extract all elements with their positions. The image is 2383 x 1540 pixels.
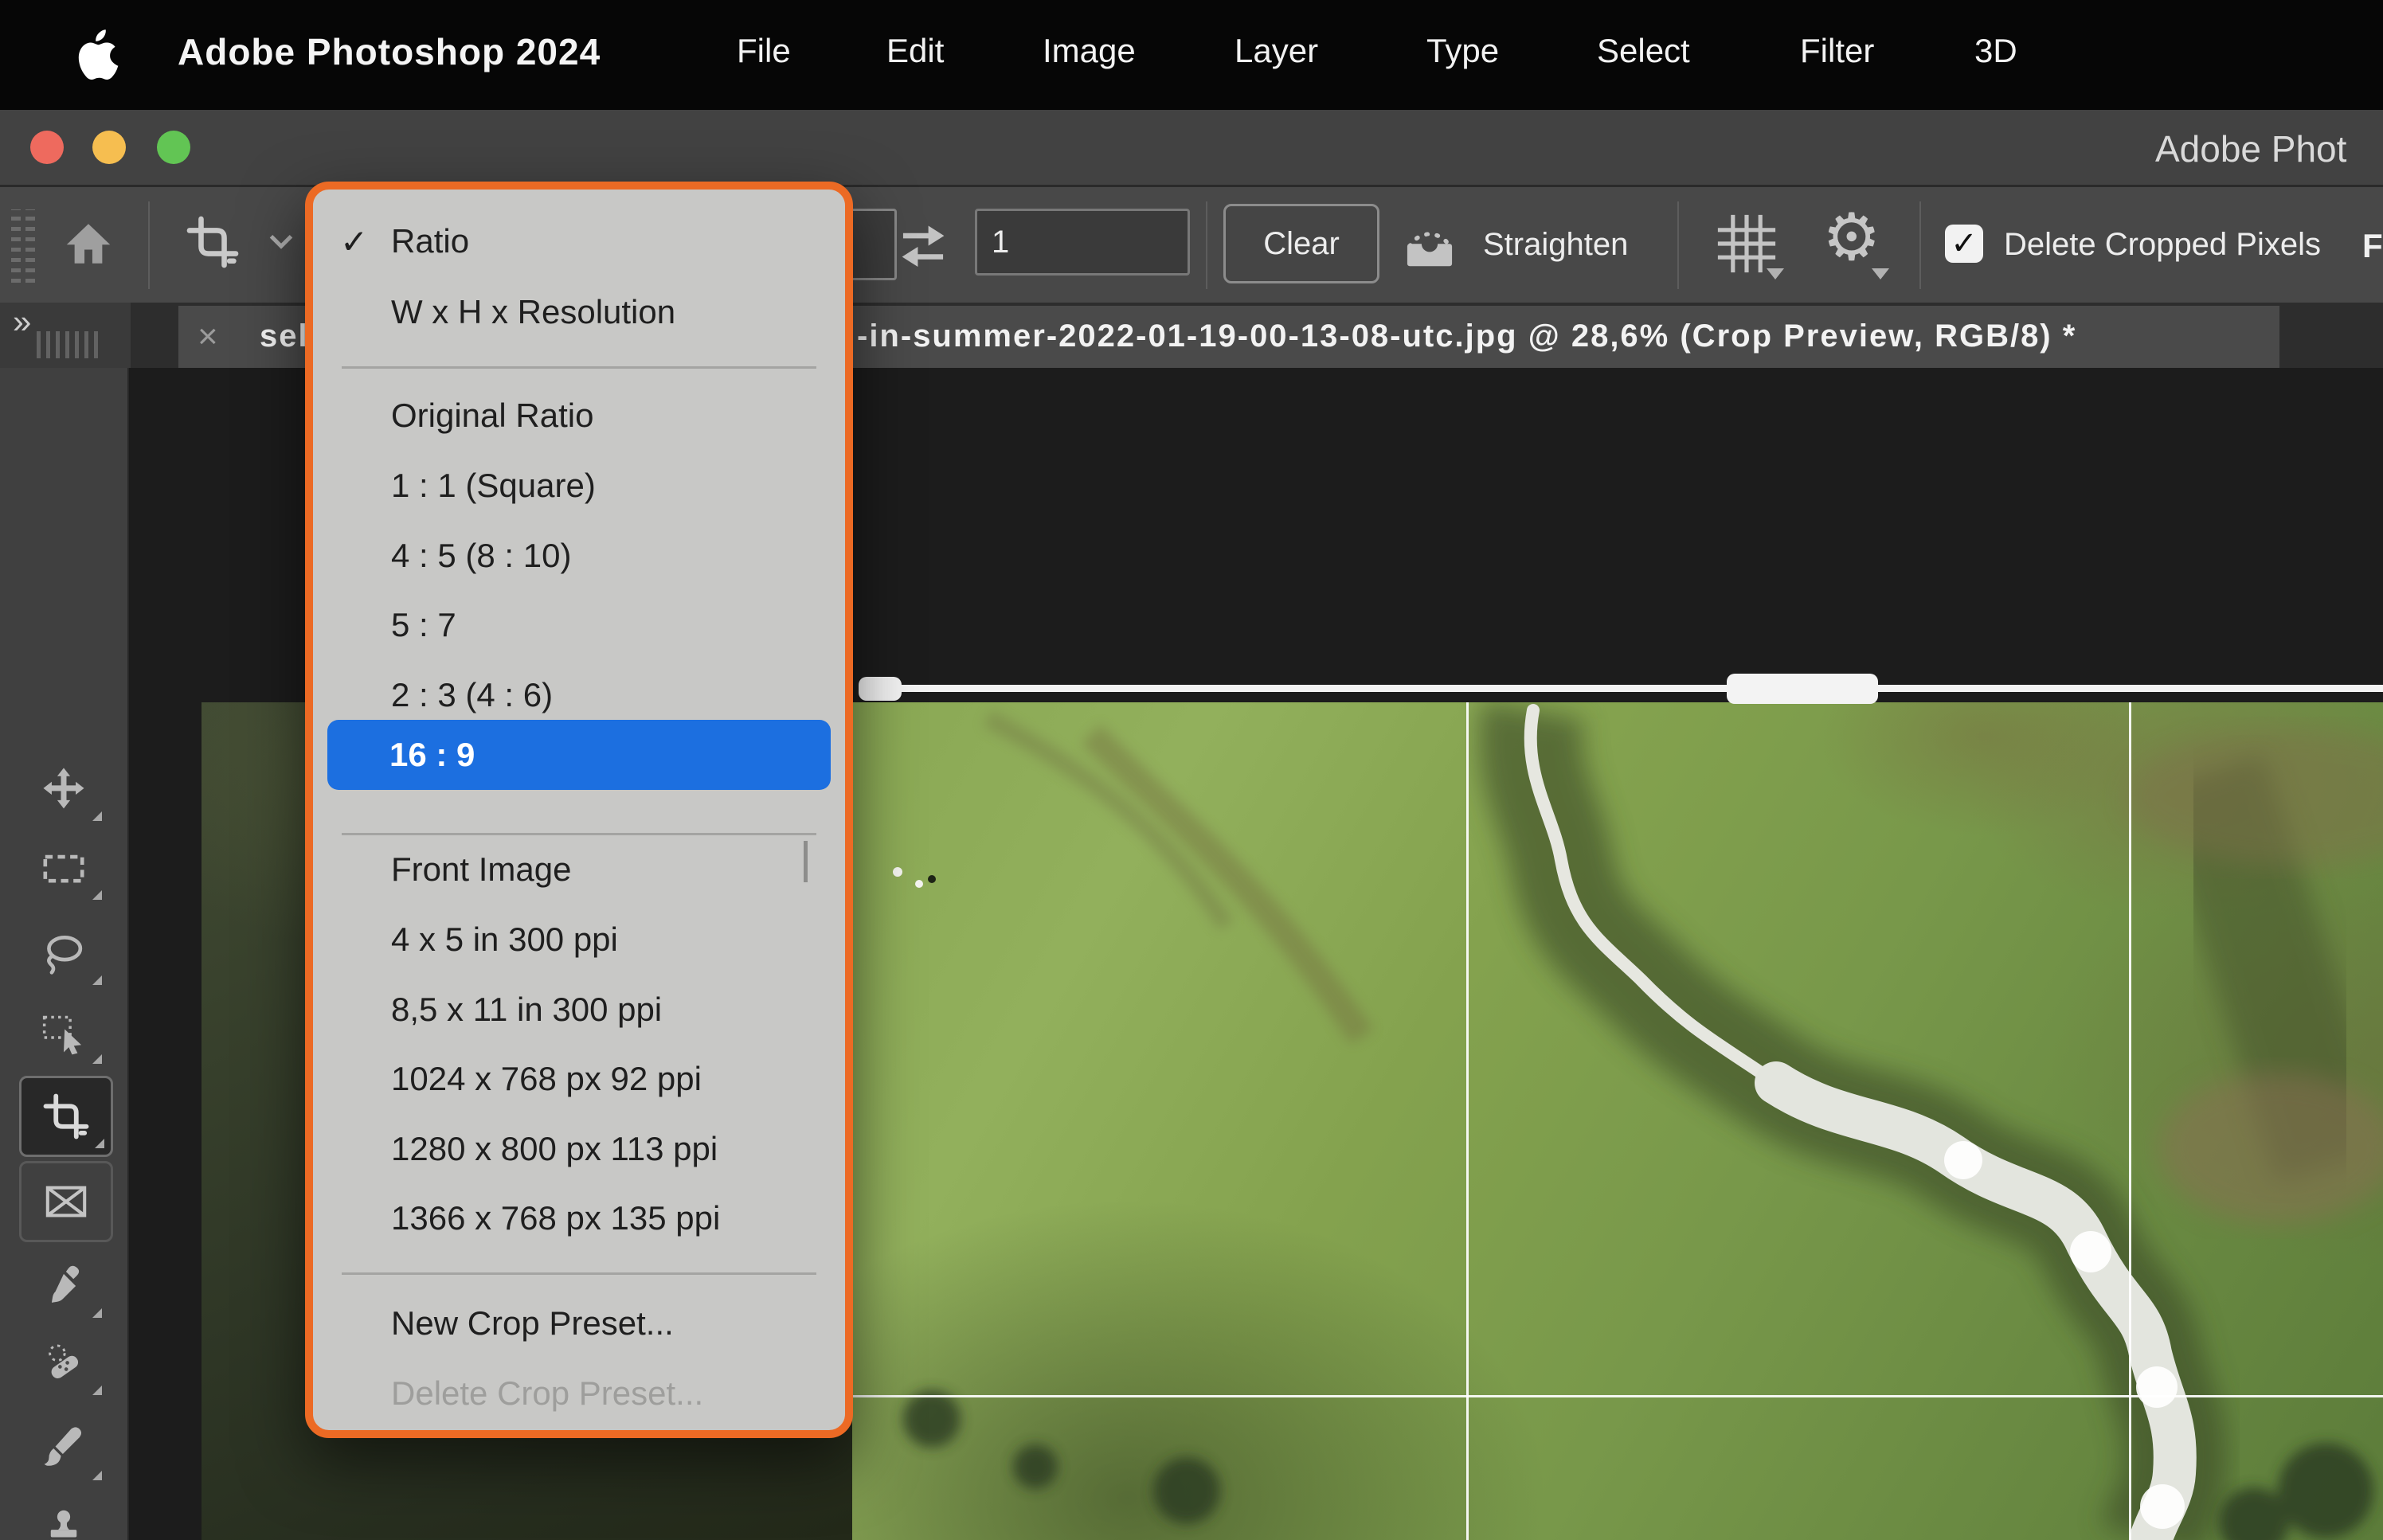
- object-selection-tool-button[interactable]: [19, 994, 108, 1070]
- clone-stamp-tool-button[interactable]: [19, 1491, 108, 1540]
- rectangular-marquee-tool-button[interactable]: [19, 830, 108, 906]
- menu-image[interactable]: Image: [1043, 32, 1136, 70]
- window-title: Adobe Phot: [2155, 127, 2346, 170]
- menu-type[interactable]: Type: [1426, 32, 1499, 70]
- eyedropper-tool-button[interactable]: [19, 1248, 108, 1324]
- clear-button[interactable]: Clear: [1223, 204, 1379, 283]
- options-bar-grip2[interactable]: [25, 209, 35, 283]
- flyout-triangle: [92, 975, 102, 985]
- options-separator-2: [1206, 201, 1207, 289]
- tools-panel: [0, 368, 129, 1540]
- crop-grid-vertical-2: [2129, 702, 2131, 1540]
- crop-grid-horizontal-1: [852, 1395, 2383, 1397]
- close-window-button[interactable]: [30, 131, 64, 164]
- lasso-tool-button[interactable]: [19, 915, 108, 991]
- menu-select[interactable]: Select: [1597, 32, 1690, 70]
- straighten-icon[interactable]: [1399, 216, 1461, 273]
- swap-width-height-icon[interactable]: [897, 219, 949, 268]
- chevron-down-icon[interactable]: [269, 233, 293, 249]
- collapse-panel-chevron[interactable]: »: [13, 303, 31, 341]
- crop-preset-dropdown: ✓ Ratio W x H x Resolution Original Rati…: [305, 182, 853, 1438]
- spot-healing-tool-button[interactable]: [19, 1325, 108, 1401]
- flyout-triangle: [92, 1054, 102, 1064]
- front-image-indicator-bar: [804, 841, 808, 882]
- crop-top-border[interactable]: [859, 685, 2383, 692]
- gear-icon[interactable]: ⚙: [1822, 200, 1881, 276]
- menu-item-4-5[interactable]: 4 : 5 (8 : 10): [329, 524, 829, 588]
- home-icon[interactable]: [64, 216, 113, 272]
- menu-3d[interactable]: 3D: [1974, 32, 2017, 70]
- close-tab-icon[interactable]: ×: [198, 317, 218, 357]
- options-separator-4: [1919, 201, 1921, 289]
- landscape-terrain-art: [852, 702, 2383, 1540]
- delete-cropped-pixels-checkbox[interactable]: ✓: [1945, 225, 1983, 263]
- menu-item-new-crop-preset[interactable]: New Crop Preset...: [329, 1292, 829, 1355]
- apple-icon[interactable]: [76, 27, 119, 80]
- crop-grid-vertical-1: [1466, 702, 1469, 1540]
- flyout-triangle: [92, 811, 102, 821]
- gear-icon-caret: [1872, 268, 1889, 279]
- options-separator-1: [148, 201, 150, 289]
- menu-item-delete-crop-preset: Delete Crop Preset...: [329, 1362, 829, 1425]
- menu-separator-1: [342, 366, 816, 369]
- clear-button-label: Clear: [1263, 226, 1340, 262]
- window-titlebar: Adobe Phot: [0, 110, 2383, 187]
- flyout-triangle: [92, 1471, 102, 1480]
- tools-panel-grip[interactable]: [37, 331, 100, 358]
- menu-item-front-image[interactable]: Front Image: [329, 838, 829, 901]
- menu-item-ratio[interactable]: ✓ Ratio: [329, 209, 829, 273]
- app-name: Adobe Photoshop 2024: [178, 30, 601, 73]
- minimize-window-button[interactable]: [92, 131, 126, 164]
- check-icon: ✓: [340, 222, 368, 261]
- options-separator-3: [1677, 201, 1679, 289]
- crop-handle-left[interactable]: [859, 677, 902, 701]
- menu-file[interactable]: File: [737, 32, 791, 70]
- next-option-clipped-label: F: [2362, 227, 2383, 275]
- move-tool-button[interactable]: [19, 751, 108, 827]
- crop-tool-icon[interactable]: [186, 216, 239, 268]
- options-bar-grip[interactable]: [11, 209, 21, 283]
- menu-item-1280x800[interactable]: 1280 x 800 px 113 ppi: [329, 1117, 829, 1181]
- menu-separator-3: [342, 1272, 816, 1275]
- flyout-triangle: [92, 1386, 102, 1395]
- frame-tool-button[interactable]: [19, 1161, 113, 1242]
- menu-separator-2: [342, 833, 816, 835]
- checkbox-check-icon: ✓: [1951, 225, 1978, 262]
- menu-item-1-1-square[interactable]: 1 : 1 (Square): [329, 454, 829, 518]
- menu-item-wxh-resolution[interactable]: W x H x Resolution: [329, 280, 829, 344]
- menu-bar: Adobe Photoshop 2024 File Edit Image Lay…: [0, 0, 2383, 110]
- menu-item-1024x768[interactable]: 1024 x 768 px 92 ppi: [329, 1047, 829, 1111]
- menu-item-2-3[interactable]: 2 : 3 (4 : 6): [329, 663, 829, 727]
- flyout-triangle: [95, 1139, 104, 1148]
- flyout-triangle: [92, 1308, 102, 1318]
- document-tab-title-right: -in-summer-2022-01-19-00-13-08-utc.jpg @…: [857, 319, 2076, 354]
- menu-layer[interactable]: Layer: [1235, 32, 1318, 70]
- tools-panel-header: »: [0, 303, 131, 368]
- menu-filter[interactable]: Filter: [1800, 32, 1874, 70]
- menu-edit[interactable]: Edit: [886, 32, 944, 70]
- zoom-window-button[interactable]: [157, 131, 190, 164]
- crop-handle-top-center[interactable]: [1727, 674, 1878, 704]
- flyout-triangle: [92, 890, 102, 900]
- delete-cropped-pixels-label[interactable]: Delete Cropped Pixels: [2004, 227, 2321, 263]
- menu-item-16-9-selected[interactable]: 16 : 9: [327, 720, 831, 790]
- menu-item-1366x768[interactable]: 1366 x 768 px 135 ppi: [329, 1186, 829, 1250]
- straighten-label[interactable]: Straighten: [1483, 227, 1628, 263]
- photo-inside-crop[interactable]: [852, 702, 2383, 1540]
- menu-item-85x11-300ppi[interactable]: 8,5 x 11 in 300 ppi: [329, 978, 829, 1042]
- menu-item-original-ratio[interactable]: Original Ratio: [329, 384, 829, 448]
- menu-item-5-7[interactable]: 5 : 7: [329, 593, 829, 657]
- brush-tool-button[interactable]: [19, 1410, 108, 1487]
- menu-item-4x5-300ppi[interactable]: 4 x 5 in 300 ppi: [329, 908, 829, 971]
- crop-tool-button[interactable]: [19, 1076, 113, 1157]
- crop-ratio-value-input[interactable]: [975, 209, 1190, 276]
- grid-icon-caret: [1767, 268, 1784, 279]
